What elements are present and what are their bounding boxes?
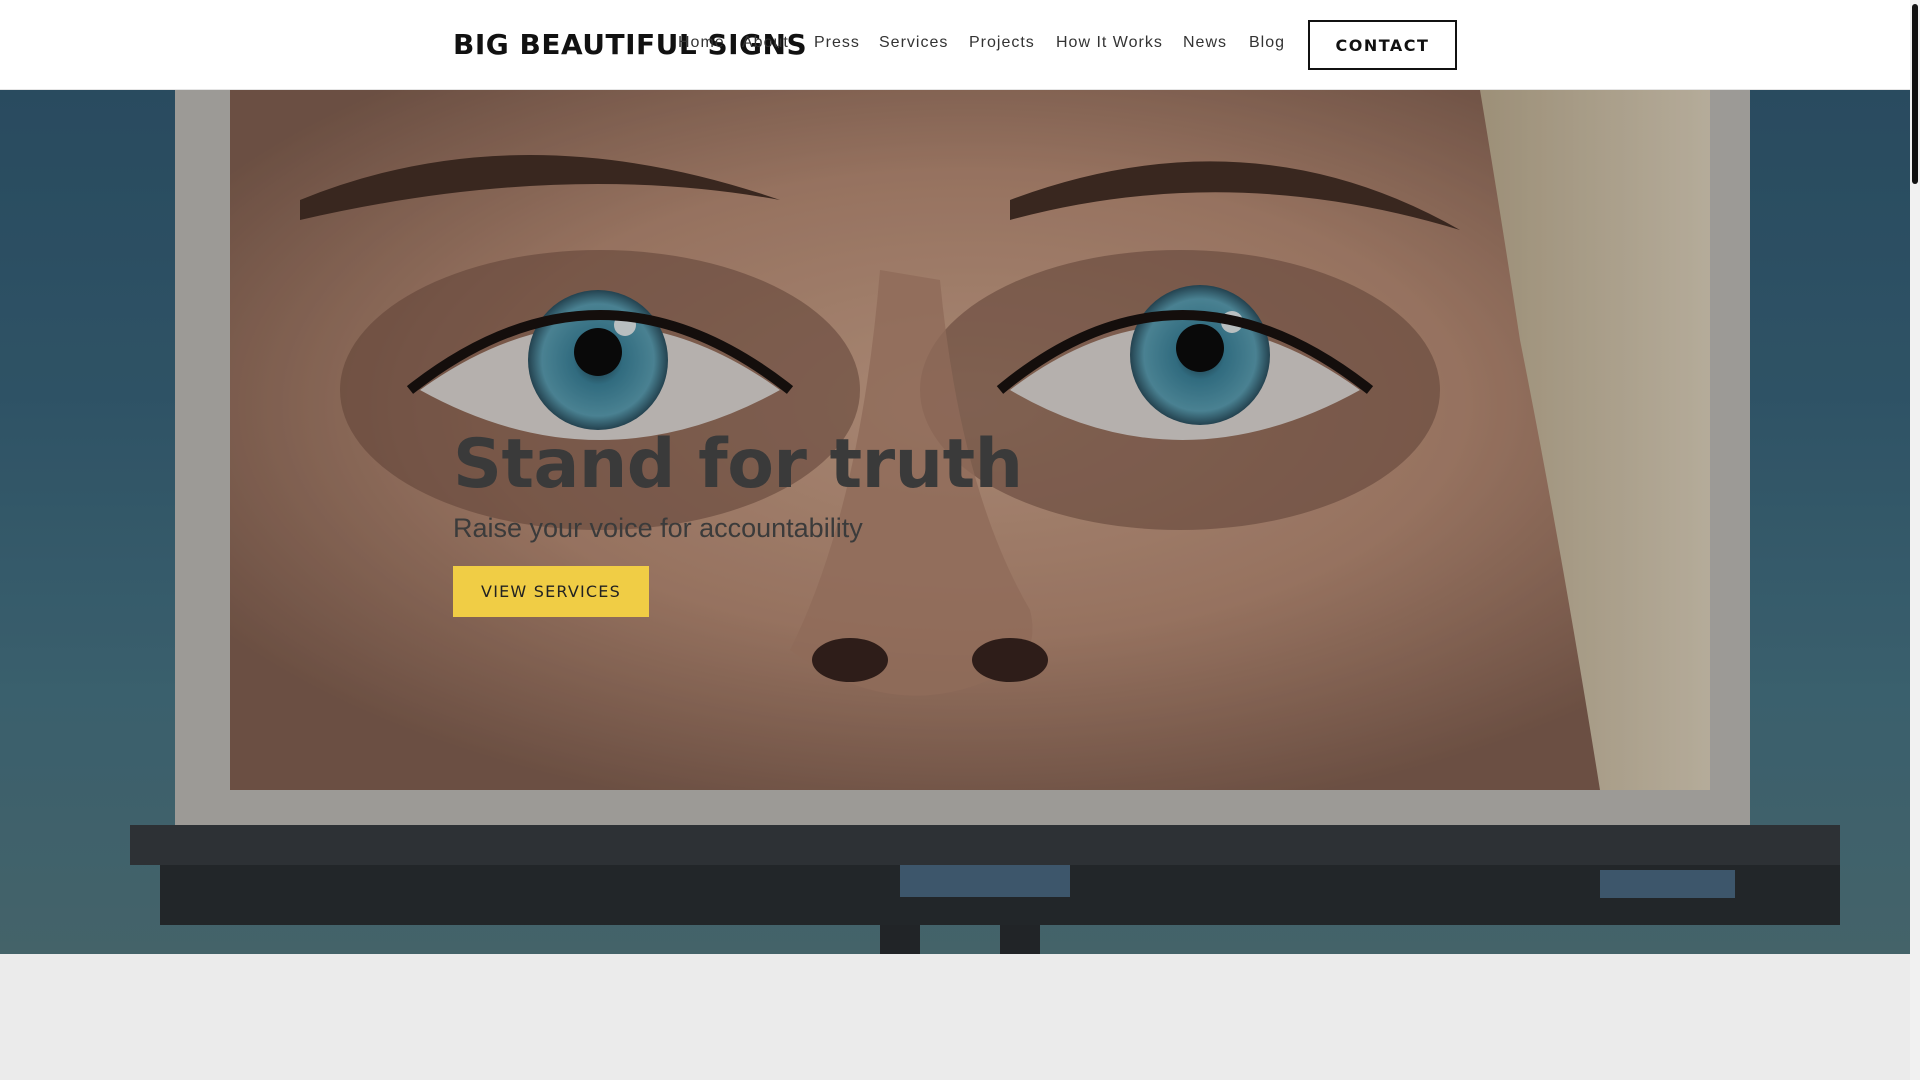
hero-title: Stand for truth (453, 425, 1023, 504)
nav-item-home[interactable]: Home (678, 34, 725, 52)
contact-button[interactable]: CONTACT (1308, 20, 1457, 70)
hero-subtitle: Raise your voice for accountability (453, 513, 863, 543)
page-scrollbar[interactable] (1910, 0, 1920, 1080)
nav-item-blog[interactable]: Blog (1249, 34, 1285, 52)
site-header: BIG BEAUTIFUL SIGNS Home About Press Ser… (0, 0, 1910, 90)
nav-item-projects[interactable]: Projects (969, 34, 1035, 52)
nav-item-how-it-works[interactable]: How It Works (1056, 34, 1163, 52)
view-services-button[interactable]: VIEW SERVICES (453, 566, 649, 617)
hero-dark-overlay (0, 90, 1910, 954)
scrollbar-thumb[interactable] (1912, 4, 1918, 184)
nav-item-press[interactable]: Press (814, 34, 860, 52)
nav-item-about[interactable]: About (742, 34, 789, 52)
nav-item-news[interactable]: News (1183, 34, 1227, 52)
hero-section: Stand for truth Raise your voice for acc… (0, 90, 1910, 954)
nav-item-services[interactable]: Services (879, 34, 948, 52)
